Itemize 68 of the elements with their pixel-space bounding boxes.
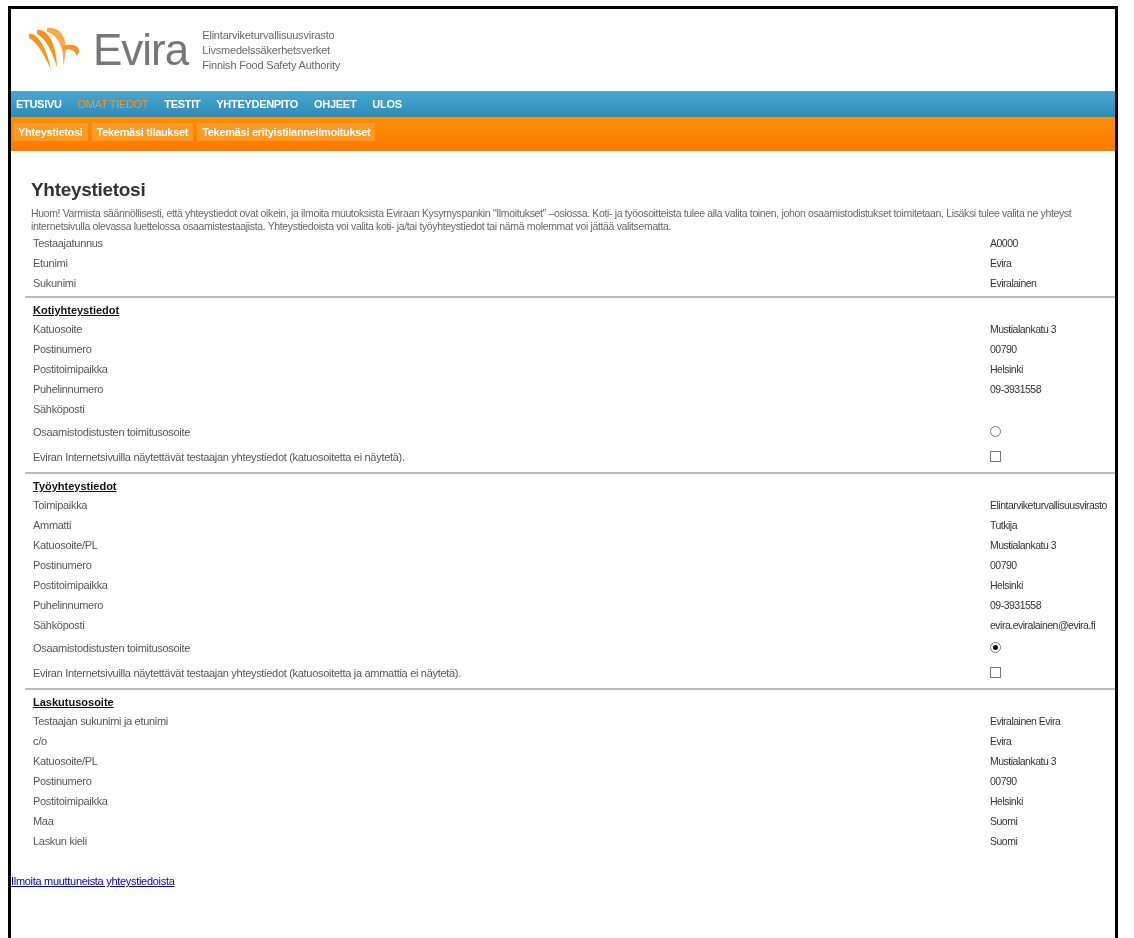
field-value: Helsinki — [990, 795, 1024, 807]
field-label: Katuosoite/PL — [33, 755, 99, 767]
field-label: Maa — [33, 815, 55, 827]
field-value: Evira — [990, 735, 1013, 747]
field-label: Postitoimipaikka — [33, 579, 109, 591]
agency-name: Elintarviketurvallisuusvirasto — [202, 27, 336, 43]
page-title: Yhteystietosi — [31, 179, 147, 201]
section-heading: Työyhteystiedot — [33, 480, 117, 492]
field-value: Tutkija — [990, 519, 1019, 531]
field-label: Sukunimi — [33, 277, 77, 289]
sub-nav-tab[interactable]: Tekemäsi tilaukset — [91, 123, 194, 141]
field-label: Toimipaikka — [33, 499, 89, 511]
nav-link[interactable]: ETUSIVU — [16, 98, 62, 110]
field-label: Sähköposti — [33, 403, 86, 415]
nav-link[interactable]: ULOS — [372, 98, 402, 110]
intro-text: internetsivulla olevassa luettelossa osaamistestaajista. Yhteystiedoista voi valita koti- ja/tai työyhteystiedot tai nämä molemmat voi jättää valitsematta. — [31, 220, 673, 233]
field-value: 00790 — [990, 343, 1018, 355]
field-label: Postitoimipaikka — [33, 363, 109, 375]
field-value: 00790 — [990, 559, 1018, 571]
field-label: Postinumero — [33, 343, 93, 355]
agency-name: Livsmedelssäkerhetsverket — [202, 42, 331, 58]
field-value: Evira — [990, 257, 1013, 269]
field-label: Postinumero — [33, 559, 93, 571]
nav-link[interactable]: TESTIT — [164, 98, 201, 110]
field-value: Mustialankatu 3 — [990, 539, 1058, 551]
field-label: c/o — [33, 735, 48, 747]
field-label: Testaajan sukunimi ja etunimi — [33, 715, 169, 727]
nav-link[interactable]: OHJEET — [314, 98, 357, 110]
section-heading: Kotiyhteystiedot — [33, 304, 120, 316]
field-label: Testaajatunnus — [33, 237, 104, 249]
field-label: Osaamistodistusten toimitusosoite — [33, 425, 191, 438]
intro-text: Huom! Varmista säännöllisesti, että yhteystiedot ovat oikein, ja ilmoita muutoksista Eviraan Kysymyspankin "Ilmoitukset" –osiossa. Koti- ja työosoitteista tulee alla valita toinen, johon osaamistodistukset toimitetaan. Lisäksi tulee valita ne yhteyst — [31, 207, 1073, 220]
field-label: Postinumero — [33, 775, 93, 787]
sub-nav-tab[interactable]: Yhteystietosi — [13, 123, 88, 141]
field-value: Helsinki — [990, 579, 1024, 591]
field-value: A0000 — [990, 237, 1019, 249]
field-value: evira.eviralainen@evira.fi — [990, 619, 1097, 631]
checkbox[interactable] — [990, 667, 1001, 678]
field-label: Eviran Internetsivuilla näytettävät testaajan yhteystiedot (katuosoitetta ja ammattia ei näytetä). — [33, 666, 462, 679]
field-label: Laskun kieli — [33, 835, 88, 847]
field-value: Suomi — [990, 835, 1019, 847]
field-label: Etunimi — [33, 257, 69, 269]
field-label: Puhelinnumero — [33, 383, 105, 395]
field-value: Helsinki — [990, 363, 1024, 375]
agency-name: Finnish Food Safety Authority — [202, 57, 341, 73]
field-label: Ammatti — [33, 519, 73, 531]
nav-link[interactable]: YHTEYDENPITO — [216, 98, 299, 110]
field-value: Suomi — [990, 815, 1019, 827]
field-label: Osaamistodistusten toimitusosoite — [33, 641, 191, 654]
field-value: Mustialankatu 3 — [990, 323, 1058, 335]
update-link[interactable]: Ilmoita muuttuneista yhteystiedoista — [11, 875, 175, 887]
field-value: Elintarviketurvallisuusvirasto — [990, 499, 1108, 511]
field-value: 09-3931558 — [990, 599, 1043, 611]
field-value: Mustialankatu 3 — [990, 755, 1058, 767]
section-heading: Laskutusosoite — [33, 696, 114, 708]
field-value: 09-3931558 — [990, 383, 1043, 395]
field-label: Katuosoite/PL — [33, 539, 99, 551]
field-label: Puhelinnumero — [33, 599, 105, 611]
field-label: Eviran Internetsivuilla näytettävät testaajan yhteystiedot (katuosoitetta ei näytetä). — [33, 450, 406, 463]
field-label: Sähköposti — [33, 619, 86, 631]
field-value: Eviralainen Evira — [990, 715, 1062, 727]
field-label: Katuosoite — [33, 323, 83, 335]
logo-text: Evira — [93, 28, 189, 72]
field-value: 00790 — [990, 775, 1018, 787]
sub-nav-tab[interactable]: Tekemäsi erityistilanneilmoitukset — [197, 123, 376, 141]
field-label: Postitoimipaikka — [33, 795, 109, 807]
checkbox[interactable] — [990, 451, 1001, 462]
field-value: Eviralainen — [990, 277, 1038, 289]
